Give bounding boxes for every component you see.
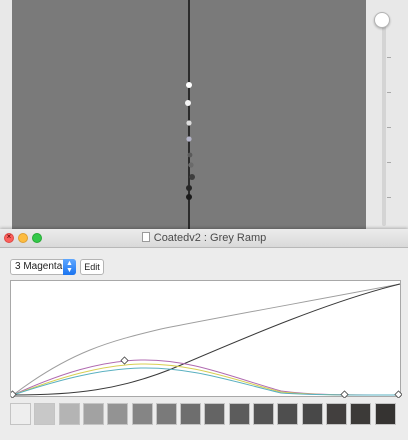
window-title: Coatedv2 : Grey Ramp [153, 232, 267, 244]
grey-swatch[interactable] [326, 403, 347, 425]
grey-swatch[interactable] [229, 403, 250, 425]
curve-editor-window: × Coatedv2 : Grey Ramp 3 Magenta ▲ ▼ Edit [0, 229, 408, 440]
slider-tick [387, 127, 391, 128]
ramp-point[interactable] [186, 120, 192, 126]
grey-swatch[interactable] [132, 403, 153, 425]
edit-button[interactable]: Edit [80, 259, 104, 275]
document-icon [141, 232, 150, 242]
grey-swatch[interactable] [34, 403, 55, 425]
slider-tick [387, 162, 391, 163]
grey-swatch[interactable] [107, 403, 128, 425]
ramp-point[interactable] [188, 162, 194, 168]
grey-swatch[interactable] [83, 403, 104, 425]
grey-swatch[interactable] [277, 403, 298, 425]
grey-ramp-plot-svg [185, 0, 195, 229]
curve-point-handle[interactable] [11, 390, 17, 398]
ramp-point[interactable] [186, 136, 192, 142]
up-down-chevron-icon[interactable]: ▲ ▼ [63, 259, 76, 275]
channel-select[interactable]: 3 Magenta ▲ ▼ [10, 259, 76, 275]
ramp-point[interactable] [186, 185, 192, 191]
curve-point-handle[interactable] [340, 390, 349, 398]
grey-swatch[interactable] [156, 403, 177, 425]
grey-ramp-window [0, 0, 408, 231]
curve-editor-panel[interactable] [10, 280, 402, 398]
grey-swatch[interactable] [10, 403, 31, 425]
slider-tick [387, 197, 391, 198]
channel-select-value: 3 Magenta [15, 261, 63, 272]
curve-editor-svg [11, 283, 402, 398]
slider-tick [387, 57, 391, 58]
grey-swatch[interactable] [204, 403, 225, 425]
ramp-point[interactable] [186, 194, 192, 200]
window-title-area: Coatedv2 : Grey Ramp [0, 229, 408, 247]
vertical-slider-track[interactable] [382, 14, 386, 226]
grey-swatch[interactable] [180, 403, 201, 425]
grey-swatch[interactable] [350, 403, 371, 425]
ramp-point[interactable] [187, 152, 193, 158]
ramp-point[interactable] [189, 174, 195, 180]
slider-tick [387, 92, 391, 93]
grey-swatch[interactable] [253, 403, 274, 425]
vertical-slider-knob[interactable] [374, 12, 390, 28]
window-titlebar[interactable]: × Coatedv2 : Grey Ramp [0, 229, 408, 248]
ramp-point[interactable] [186, 82, 192, 88]
ramp-point[interactable] [185, 100, 191, 106]
grey-swatch[interactable] [375, 403, 396, 425]
grey-swatch[interactable] [59, 403, 80, 425]
grey-ramp-plot[interactable] [12, 0, 366, 229]
grey-swatch[interactable] [302, 403, 323, 425]
curve-point-handle[interactable] [394, 390, 402, 398]
grey-ramp-swatch-strip [10, 403, 400, 425]
curve-point-handle[interactable] [120, 356, 129, 365]
